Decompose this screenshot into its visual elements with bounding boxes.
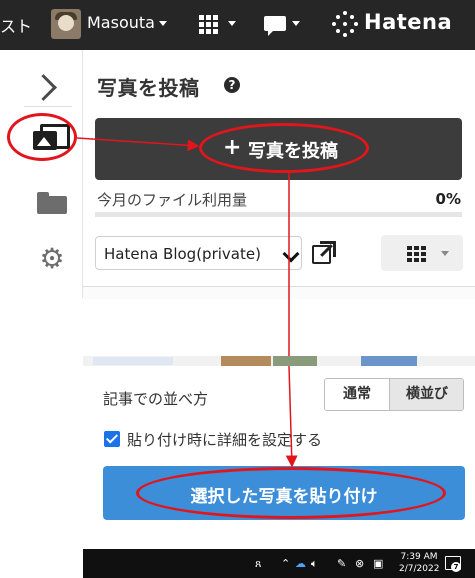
speaker-icon[interactable]: 🔈︎ [311,557,318,571]
sort-side-by-side-button[interactable]: 横並び [390,379,463,410]
close-circle-icon[interactable]: ⊗ [355,557,364,570]
annotation-circle-paste [136,467,446,519]
folder-icon[interactable] [37,192,67,214]
chevron-right-icon[interactable] [32,72,54,102]
onedrive-icon[interactable]: ☁ [295,557,306,570]
windows-taskbar: ጸ ⌃ ☁ 🔈︎ ✎ ⊗ ▣ 7:39 AM 2/7/2022 7 [83,549,475,578]
usage-label: 今月のファイル利用量 [97,191,248,209]
apps-chevron-down-icon[interactable] [228,21,236,26]
comment-chevron-down-icon[interactable] [292,21,300,26]
camera-icon[interactable]: ▣ [373,557,383,570]
sort-normal-button[interactable]: 通常 [325,379,390,410]
gear-icon[interactable]: ⚙ [38,245,66,273]
blog-select[interactable]: Hatena Blog(private) [95,236,302,270]
chevron-down-icon [158,21,167,26]
top-navigation-bar: スト Masouta Hatena [0,0,475,50]
chevron-up-icon[interactable]: ⌃ [281,557,290,570]
blog-select-value: Hatena Blog(private) [104,245,261,263]
photo-upload-panel: 写真を投稿 ? + 写真を投稿 今月のファイル利用量 0% Hatena Blo… [83,50,475,299]
avatar[interactable] [51,9,81,39]
sort-order-label: 記事での並べ方 [103,390,209,408]
comment-bubble-icon[interactable] [264,16,286,36]
user-menu[interactable]: Masouta [87,13,167,32]
caret-down-icon [441,251,449,256]
photo-thumbnail-strip [83,356,475,366]
external-link-icon[interactable] [311,240,336,264]
annotation-circle-upload [199,123,369,173]
paste-settings-panel: 記事での並べ方 通常 横並び 貼り付け時に詳細を設定する 選択した写真を貼り付け [83,356,475,548]
detail-settings-label[interactable]: 貼り付け時に詳細を設定する [127,429,322,450]
photo-list-edge [83,286,475,299]
page-title: 写真を投稿 [97,76,200,100]
view-mode-button[interactable] [381,235,463,271]
person-icon[interactable]: ጸ [255,557,261,571]
photo-thumbnail[interactable] [93,357,173,365]
clock[interactable]: 7:39 AM 2/7/2022 [399,551,439,575]
photo-thumbnail[interactable] [273,356,317,366]
grid-view-icon [407,246,427,262]
photo-thumbnail[interactable] [221,356,271,366]
hatena-logo-icon[interactable] [332,11,358,37]
clock-time: 7:39 AM [400,552,438,562]
clock-date: 2/7/2022 [399,564,440,574]
sort-order-toggle: 通常 横並び [324,378,464,411]
annotation-circle-photo-icon [7,113,77,161]
chevron-down-icon [282,245,300,263]
help-icon[interactable]: ? [224,77,240,93]
apps-grid-icon[interactable] [199,15,219,35]
photo-thumbnail[interactable] [361,356,417,366]
sidebar: ⚙ [0,50,83,298]
topbar-cut-text: スト [0,17,33,36]
username: Masouta [87,13,155,32]
usage-progress-bar [95,212,462,217]
detail-settings-checkbox[interactable] [104,431,120,447]
pen-icon[interactable]: ✎ [337,557,346,570]
notification-count: 7 [451,562,461,572]
usage-value: 0% [435,190,461,208]
brand-name[interactable]: Hatena [364,10,452,34]
sidebar-divider [24,106,72,107]
